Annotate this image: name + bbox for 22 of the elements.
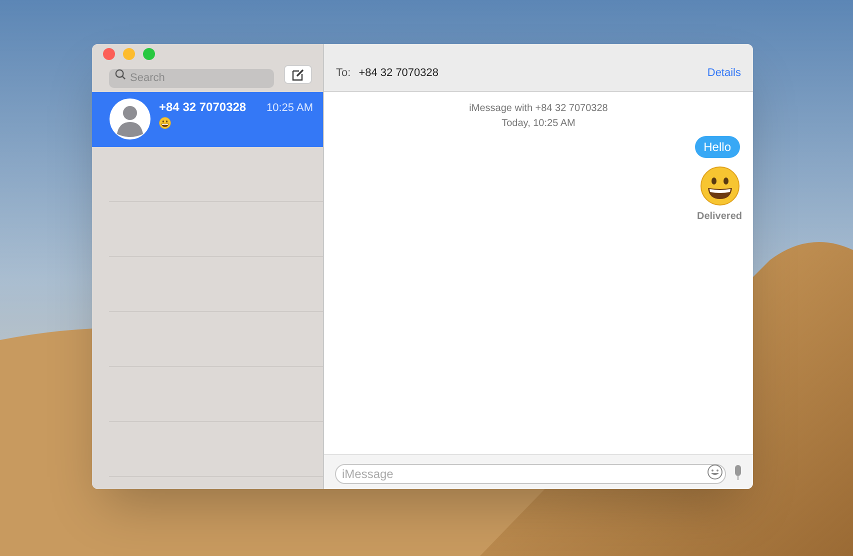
emoji-picker-icon[interactable]	[707, 464, 723, 480]
zoom-button[interactable]	[143, 48, 155, 60]
conversation-info: iMessage with +84 32 7070328	[469, 102, 608, 116]
message-bubble: Hello	[694, 136, 740, 158]
search-icon	[115, 69, 126, 80]
conversation-item[interactable]: +84 32 7070328 10:25 AM	[92, 92, 323, 147]
to-label: To:	[336, 66, 351, 80]
recipient-field[interactable]: +84 32 7070328	[358, 64, 439, 81]
conversation-date: Today, 10:25 AM	[502, 117, 576, 131]
compose-button[interactable]	[284, 65, 312, 84]
details-link[interactable]: Details	[707, 64, 741, 81]
message-time: 10:25 AM	[266, 101, 313, 116]
search-field[interactable]: Search	[109, 68, 274, 88]
avatar-silhouette-icon	[109, 98, 151, 140]
delivery-status: Delivered	[696, 210, 742, 224]
microphone-icon[interactable]	[734, 464, 742, 480]
contact-name: +84 32 7070328	[159, 99, 246, 116]
message-input-field[interactable]: iMessage	[335, 464, 726, 484]
close-button[interactable]	[103, 48, 115, 60]
smiley-icon	[159, 116, 171, 128]
smiley-emoji-icon	[700, 166, 740, 206]
compose-icon	[292, 68, 304, 80]
